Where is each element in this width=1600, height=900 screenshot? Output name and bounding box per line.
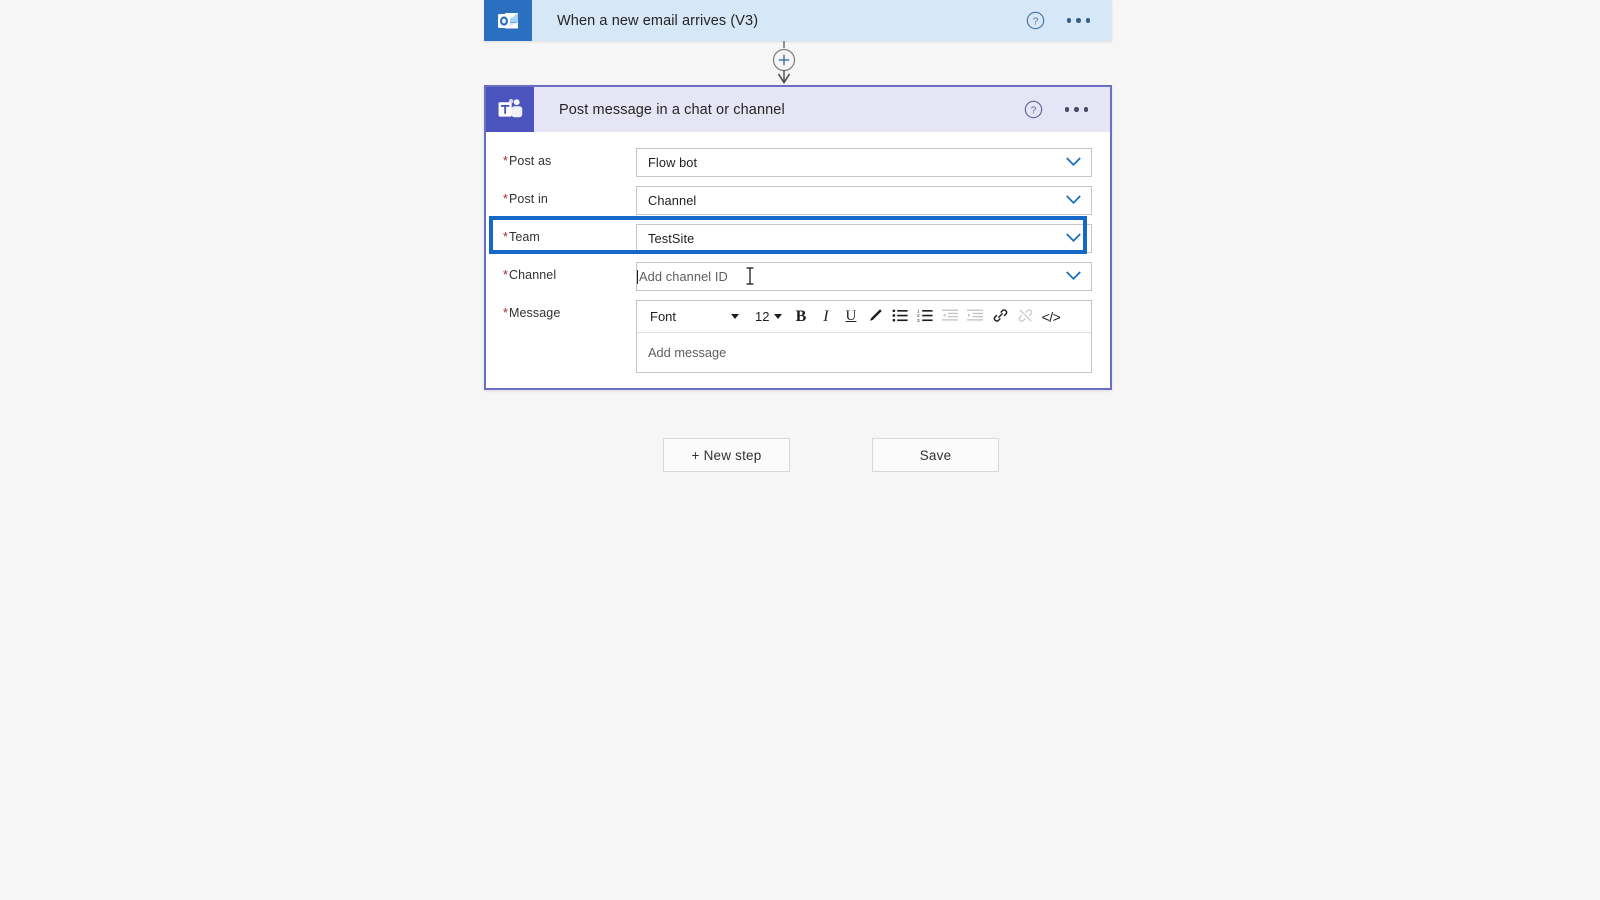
channel-placeholder: Add channel ID xyxy=(639,269,728,284)
field-label-message: *Message xyxy=(503,306,561,320)
post-in-value: Channel xyxy=(648,193,697,208)
action-card-header[interactable]: Post message in a chat or channel ? xyxy=(486,87,1110,132)
team-dropdown[interactable]: TestSite xyxy=(636,224,1092,253)
font-size-dropdown[interactable]: 12 xyxy=(749,304,788,330)
numbered-list-button[interactable]: 1 2 3 xyxy=(913,304,938,330)
decrease-indent-icon xyxy=(942,308,959,326)
svg-text:?: ? xyxy=(1030,105,1036,116)
trigger-card-actions: ? xyxy=(1026,11,1113,30)
required-indicator: * xyxy=(503,306,508,320)
field-control-message: Font 12 B I U 1 2 3 </> Add message xyxy=(636,294,1092,373)
field-control-post-as: Flow bot xyxy=(636,142,1092,177)
channel-dropdown[interactable]: Add channel ID xyxy=(636,262,1092,291)
chevron-down-icon[interactable] xyxy=(1065,268,1082,286)
link-icon xyxy=(992,307,1009,327)
pen-icon xyxy=(867,307,884,327)
underline-button[interactable]: U xyxy=(838,304,863,330)
field-label-post-in: *Post in xyxy=(503,192,548,206)
font-family-label: Font xyxy=(650,309,677,324)
chevron-down-icon xyxy=(774,314,783,319)
action-title: Post message in a chat or channel xyxy=(559,101,785,118)
text-caret xyxy=(637,269,638,284)
increase-indent-icon xyxy=(967,308,984,326)
post-in-dropdown[interactable]: Channel xyxy=(636,186,1092,215)
required-indicator: * xyxy=(503,268,508,282)
more-options-icon[interactable] xyxy=(1064,107,1088,112)
field-control-post-in: Channel xyxy=(636,180,1092,215)
field-label-channel: *Channel xyxy=(503,268,557,282)
unlink-icon xyxy=(1017,307,1034,327)
decrease-indent-button[interactable] xyxy=(938,304,963,330)
remove-link-button[interactable] xyxy=(1013,304,1038,330)
bulleted-list-button[interactable] xyxy=(888,304,913,330)
message-input-placeholder[interactable]: Add message xyxy=(637,333,1091,372)
help-circle-icon[interactable]: ? xyxy=(1024,100,1043,119)
chevron-down-icon[interactable] xyxy=(1065,192,1082,210)
bulleted-list-icon xyxy=(892,308,909,326)
field-label-post-as: *Post as xyxy=(503,154,552,168)
flow-designer-canvas: When a new email arrives (V3) ? Post mes… xyxy=(0,0,1600,900)
required-indicator: * xyxy=(503,154,508,168)
message-rich-text-editor[interactable]: Font 12 B I U 1 2 3 </> Add message xyxy=(636,300,1092,373)
insert-step-plus-icon xyxy=(772,48,796,72)
field-row-team: *Team TestSite xyxy=(486,218,1110,256)
step-connector xyxy=(765,41,803,85)
post-as-value: Flow bot xyxy=(648,155,698,170)
field-control-team: TestSite xyxy=(636,218,1092,253)
field-row-post-in: *Post in Channel xyxy=(486,180,1110,218)
field-row-message: *Message Font 12 B I U 1 2 3 </> Add mes… xyxy=(486,294,1110,373)
post-as-dropdown[interactable]: Flow bot xyxy=(636,148,1092,177)
field-label-team: *Team xyxy=(503,230,540,244)
action-card-post-message[interactable]: Post message in a chat or channel ? *Pos… xyxy=(484,85,1112,390)
new-step-button[interactable]: + New step xyxy=(663,438,790,472)
font-family-dropdown[interactable]: Font xyxy=(641,304,745,330)
team-value: TestSite xyxy=(648,231,695,246)
field-row-channel: *Channel Add channel ID xyxy=(486,256,1110,294)
rte-toolbar: Font 12 B I U 1 2 3 </> xyxy=(637,301,1091,333)
field-control-channel: Add channel ID xyxy=(636,256,1092,291)
code-view-button[interactable]: </> xyxy=(1038,304,1063,330)
font-size-label: 12 xyxy=(755,309,770,324)
field-row-post-as: *Post as Flow bot xyxy=(486,142,1110,180)
chevron-down-icon[interactable] xyxy=(1065,154,1082,172)
teams-icon xyxy=(486,87,534,132)
font-color-button[interactable] xyxy=(863,304,888,330)
chevron-down-icon xyxy=(731,314,739,319)
more-options-icon[interactable] xyxy=(1066,18,1090,23)
trigger-card-email[interactable]: When a new email arrives (V3) ? xyxy=(484,0,1112,41)
svg-text:?: ? xyxy=(1032,16,1038,27)
italic-button[interactable]: I xyxy=(813,304,838,330)
outlook-icon xyxy=(484,0,532,41)
trigger-title: When a new email arrives (V3) xyxy=(557,12,759,29)
increase-indent-button[interactable] xyxy=(963,304,988,330)
insert-link-button[interactable] xyxy=(988,304,1013,330)
designer-footer-actions: + New step Save xyxy=(663,438,999,472)
save-button[interactable]: Save xyxy=(872,438,999,472)
required-indicator: * xyxy=(503,230,508,244)
numbered-list-icon: 1 2 3 xyxy=(917,308,934,326)
help-circle-icon[interactable]: ? xyxy=(1026,11,1045,30)
arrow-down-icon xyxy=(777,70,791,84)
svg-text:3: 3 xyxy=(917,317,920,322)
required-indicator: * xyxy=(503,192,508,206)
action-form-body: *Post as Flow bot *Post in Channel *Team… xyxy=(486,132,1110,373)
action-card-actions: ? xyxy=(1024,100,1111,119)
bold-button[interactable]: B xyxy=(788,304,813,330)
chevron-down-icon[interactable] xyxy=(1065,230,1082,248)
